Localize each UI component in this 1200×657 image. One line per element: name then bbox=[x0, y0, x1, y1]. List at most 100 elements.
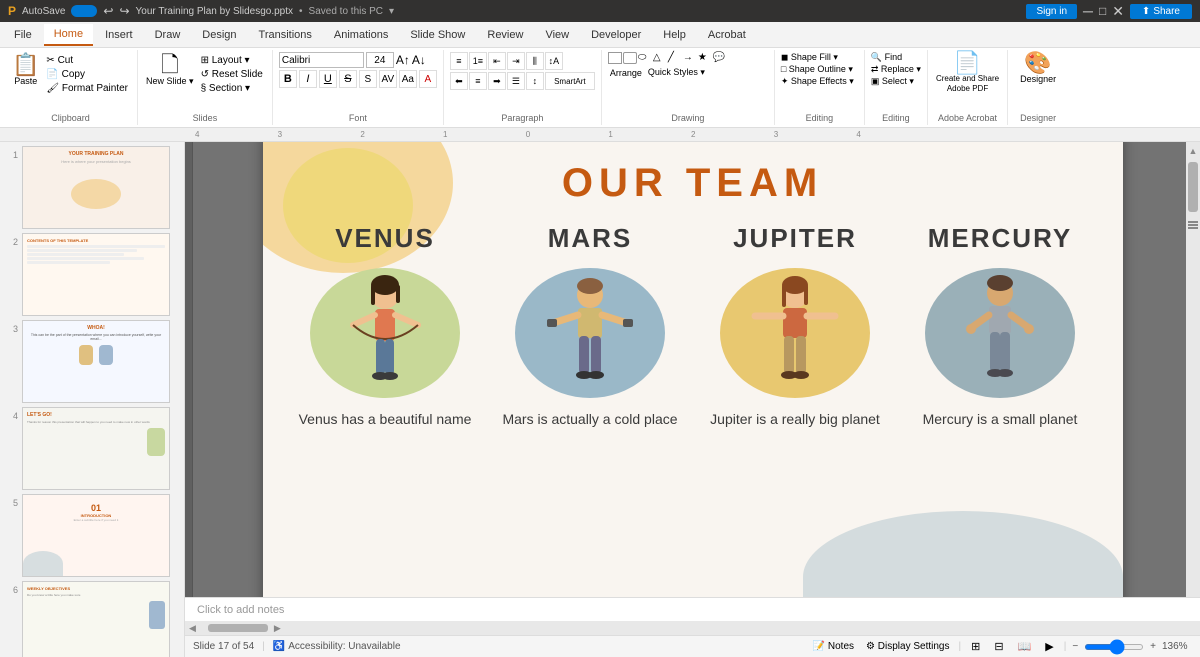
tab-insert[interactable]: Insert bbox=[95, 25, 143, 45]
shape-triangle[interactable]: △ bbox=[653, 52, 667, 64]
reading-view-button[interactable]: 📖 bbox=[1014, 639, 1036, 654]
shape-rect[interactable] bbox=[608, 52, 622, 64]
h-scroll-thumb[interactable] bbox=[208, 624, 268, 632]
slideshow-view-button[interactable]: ▶ bbox=[1041, 639, 1057, 654]
tab-home[interactable]: Home bbox=[44, 24, 93, 46]
new-slide-button[interactable]: 🗋 New Slide ▾ bbox=[144, 52, 196, 89]
justify-button[interactable]: ☰ bbox=[507, 72, 525, 90]
section-button[interactable]: § Section ▾ bbox=[198, 82, 266, 95]
zoom-in-icon[interactable]: + bbox=[1150, 641, 1156, 652]
shape-arrow[interactable]: → bbox=[683, 52, 697, 64]
create-share-adobe-button[interactable]: 📄 Create and ShareAdobe PDF bbox=[936, 52, 999, 93]
shape-outline-button[interactable]: □ Shape Outline ▾ bbox=[781, 64, 858, 75]
replace-button[interactable]: ⇄ Replace ▾ bbox=[871, 64, 921, 75]
columns-button[interactable]: ⫼ bbox=[526, 52, 544, 70]
slide-thumbnail-3[interactable]: 3 WHOA! This can be the part of the pres… bbox=[6, 320, 178, 403]
convert-to-smartart-button[interactable]: SmartArt bbox=[545, 72, 595, 90]
notes-view-button[interactable]: 📝 Notes bbox=[810, 640, 857, 653]
scroll-thumb[interactable] bbox=[1188, 162, 1198, 212]
restore-icon[interactable]: □ bbox=[1099, 4, 1106, 18]
scroll-right-icon[interactable]: ▶ bbox=[274, 623, 281, 634]
accessibility-status[interactable]: ♿ Accessibility: Unavailable bbox=[273, 641, 401, 652]
tab-transitions[interactable]: Transitions bbox=[249, 25, 322, 45]
bold-button[interactable]: B bbox=[279, 70, 297, 88]
font-name-input[interactable] bbox=[279, 52, 364, 68]
slide-thumbnail-5[interactable]: 5 01 INTRODUCTION Enter a subtitle here … bbox=[6, 494, 178, 577]
shape-fill-button[interactable]: ◼ Shape Fill ▾ bbox=[781, 52, 858, 63]
shape-effects-button[interactable]: ✦ Shape Effects ▾ bbox=[781, 76, 858, 87]
strikethrough-button[interactable]: S bbox=[339, 70, 357, 88]
align-center-button[interactable]: ≡ bbox=[469, 72, 487, 90]
tab-design[interactable]: Design bbox=[192, 25, 246, 45]
shape-rounded-rect[interactable] bbox=[623, 52, 637, 64]
slide-thumbnail-2[interactable]: 2 CONTENTS OF THIS TEMPLATE bbox=[6, 233, 178, 316]
tab-review[interactable]: Review bbox=[477, 25, 533, 45]
decrease-font-button[interactable]: A↓ bbox=[412, 54, 426, 66]
copy-button[interactable]: 📄 Copy bbox=[43, 68, 131, 81]
tab-animations[interactable]: Animations bbox=[324, 25, 398, 45]
shape-line[interactable]: ╱ bbox=[668, 52, 682, 64]
tab-help[interactable]: Help bbox=[653, 25, 696, 45]
arrange-button[interactable]: Arrange bbox=[608, 67, 644, 79]
designer-button[interactable]: 🎨 Designer bbox=[1020, 52, 1056, 84]
align-left-button[interactable]: ⬅ bbox=[450, 72, 468, 90]
tab-view[interactable]: View bbox=[535, 25, 579, 45]
team-col-mars[interactable]: MARS bbox=[495, 223, 685, 430]
slide-thumbnail-4[interactable]: 4 LET'S GO! Thanks for reason this prese… bbox=[6, 407, 178, 490]
select-button[interactable]: ▣ Select ▾ bbox=[871, 76, 921, 87]
scroll-left-icon[interactable]: ◀ bbox=[189, 623, 196, 634]
find-button[interactable]: 🔍 Find bbox=[871, 52, 921, 63]
saved-dropdown-icon[interactable]: ▾ bbox=[389, 6, 394, 17]
shadow-button[interactable]: S bbox=[359, 70, 377, 88]
undo-icon[interactable]: ↩ bbox=[103, 4, 113, 18]
cut-button[interactable]: ✂ Cut bbox=[43, 54, 131, 67]
zoom-level-label[interactable]: 136% bbox=[1162, 641, 1192, 652]
tab-file[interactable]: File bbox=[4, 25, 42, 45]
increase-font-button[interactable]: A↑ bbox=[396, 54, 410, 66]
notes-bar[interactable]: Click to add notes bbox=[185, 597, 1200, 621]
slide-thumbnail-1[interactable]: 1 YOUR TRAINING PLAN Here is where your … bbox=[6, 146, 178, 229]
tab-draw[interactable]: Draw bbox=[145, 25, 191, 45]
paste-button[interactable]: 📋 Paste bbox=[10, 52, 41, 88]
tab-slideshow[interactable]: Slide Show bbox=[400, 25, 475, 45]
slide-title[interactable]: OUR TEAM bbox=[263, 161, 1123, 206]
display-settings-button[interactable]: ⚙ Display Settings bbox=[863, 640, 952, 653]
quick-styles-button[interactable]: Quick Styles ▾ bbox=[646, 66, 707, 79]
scroll-up-icon[interactable]: ▲ bbox=[1189, 146, 1198, 156]
shape-oval[interactable]: ⬭ bbox=[638, 52, 652, 64]
close-icon[interactable]: ✕ bbox=[1112, 3, 1124, 20]
minimize-icon[interactable]: ─ bbox=[1083, 3, 1093, 19]
char-spacing-button[interactable]: AV bbox=[379, 70, 397, 88]
underline-button[interactable]: U bbox=[319, 70, 337, 88]
team-col-mercury[interactable]: MERCURY bbox=[905, 223, 1095, 430]
bullets-button[interactable]: ≡ bbox=[450, 52, 468, 70]
normal-view-button[interactable]: ⊞ bbox=[967, 639, 984, 654]
format-painter-button[interactable]: 🖌 Format Painter bbox=[43, 82, 131, 95]
align-right-button[interactable]: ➡ bbox=[488, 72, 506, 90]
tab-developer[interactable]: Developer bbox=[581, 25, 651, 45]
font-size-input[interactable] bbox=[366, 52, 394, 68]
text-case-button[interactable]: Aa bbox=[399, 70, 417, 88]
shape-callout[interactable]: 💬 bbox=[713, 52, 727, 64]
vertical-scrollbar[interactable]: ▲ bbox=[1186, 142, 1200, 597]
increase-indent-button[interactable]: ⇥ bbox=[507, 52, 525, 70]
autosave-toggle[interactable] bbox=[71, 5, 97, 17]
layout-button[interactable]: ⊞ Layout ▾ bbox=[198, 54, 266, 67]
zoom-out-icon[interactable]: − bbox=[1072, 641, 1078, 652]
sign-in-button[interactable]: Sign in bbox=[1026, 4, 1077, 19]
numbering-button[interactable]: 1≡ bbox=[469, 52, 487, 70]
italic-button[interactable]: I bbox=[299, 70, 317, 88]
horizontal-scrollbar[interactable]: ◀ ▶ bbox=[185, 621, 1200, 635]
team-col-jupiter[interactable]: JUPITER bbox=[700, 223, 890, 430]
tab-acrobat[interactable]: Acrobat bbox=[698, 25, 756, 45]
font-color-button[interactable]: A bbox=[419, 70, 437, 88]
line-spacing-button[interactable]: ↕ bbox=[526, 72, 544, 90]
slide-sorter-button[interactable]: ⊟ bbox=[990, 639, 1007, 654]
decrease-indent-button[interactable]: ⇤ bbox=[488, 52, 506, 70]
reset-slide-button[interactable]: ↺ Reset Slide bbox=[198, 68, 266, 81]
zoom-slider[interactable] bbox=[1084, 644, 1144, 650]
shape-star[interactable]: ★ bbox=[698, 52, 712, 64]
vertical-scroll-handle[interactable] bbox=[1188, 216, 1198, 226]
text-direction-button[interactable]: ↕A bbox=[545, 52, 563, 70]
slide-thumbnail-6[interactable]: 6 WEEKLY OBJECTIVES Do you know a little… bbox=[6, 581, 178, 657]
